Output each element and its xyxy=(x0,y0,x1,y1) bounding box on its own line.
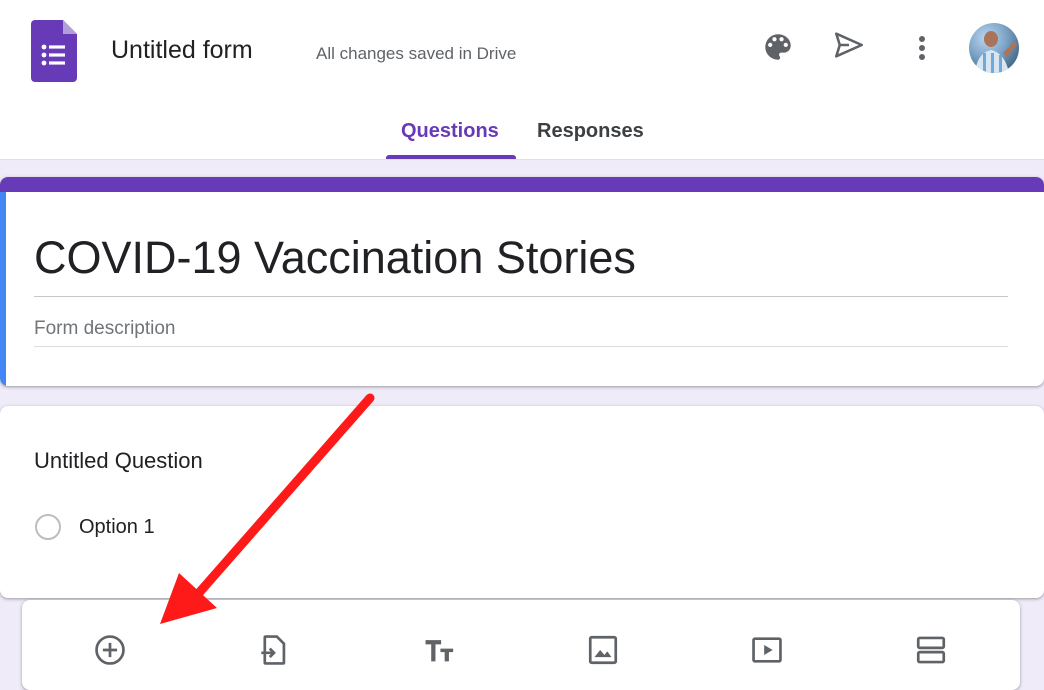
option-label[interactable]: Option 1 xyxy=(79,516,155,539)
app-header: Untitled form All changes saved in Drive… xyxy=(0,0,1044,160)
add-image-icon[interactable] xyxy=(583,630,623,670)
tab-responses[interactable]: Responses xyxy=(537,120,644,143)
focus-indicator-bar xyxy=(0,192,6,386)
save-status: All changes saved in Drive xyxy=(316,44,517,63)
question-title[interactable]: Untitled Question xyxy=(34,448,203,474)
add-section-icon[interactable] xyxy=(911,630,951,670)
add-question-icon[interactable] xyxy=(90,630,130,670)
add-title-icon[interactable] xyxy=(419,630,459,670)
active-tab-indicator xyxy=(386,155,516,159)
palette-icon[interactable] xyxy=(758,27,798,67)
question-card[interactable]: Untitled Question Option 1 xyxy=(0,406,1044,598)
form-name-field[interactable]: Untitled form xyxy=(111,36,253,65)
more-vert-icon[interactable] xyxy=(902,28,942,68)
radio-button[interactable] xyxy=(35,514,61,540)
import-questions-icon[interactable] xyxy=(254,630,294,670)
forms-logo-icon[interactable] xyxy=(31,20,77,82)
add-video-icon[interactable] xyxy=(747,630,787,670)
avatar[interactable] xyxy=(969,23,1019,73)
send-icon[interactable] xyxy=(829,25,869,65)
title-underline xyxy=(34,296,1008,297)
description-underline xyxy=(34,346,1008,347)
floating-toolbar xyxy=(22,600,1020,690)
theme-accent-bar xyxy=(0,177,1044,192)
form-title-input[interactable]: COVID-19 Vaccination Stories xyxy=(34,232,636,284)
form-description-input[interactable]: Form description xyxy=(34,318,176,340)
tab-questions[interactable]: Questions xyxy=(401,120,499,143)
form-title-card[interactable]: COVID-19 Vaccination Stories Form descri… xyxy=(0,177,1044,386)
